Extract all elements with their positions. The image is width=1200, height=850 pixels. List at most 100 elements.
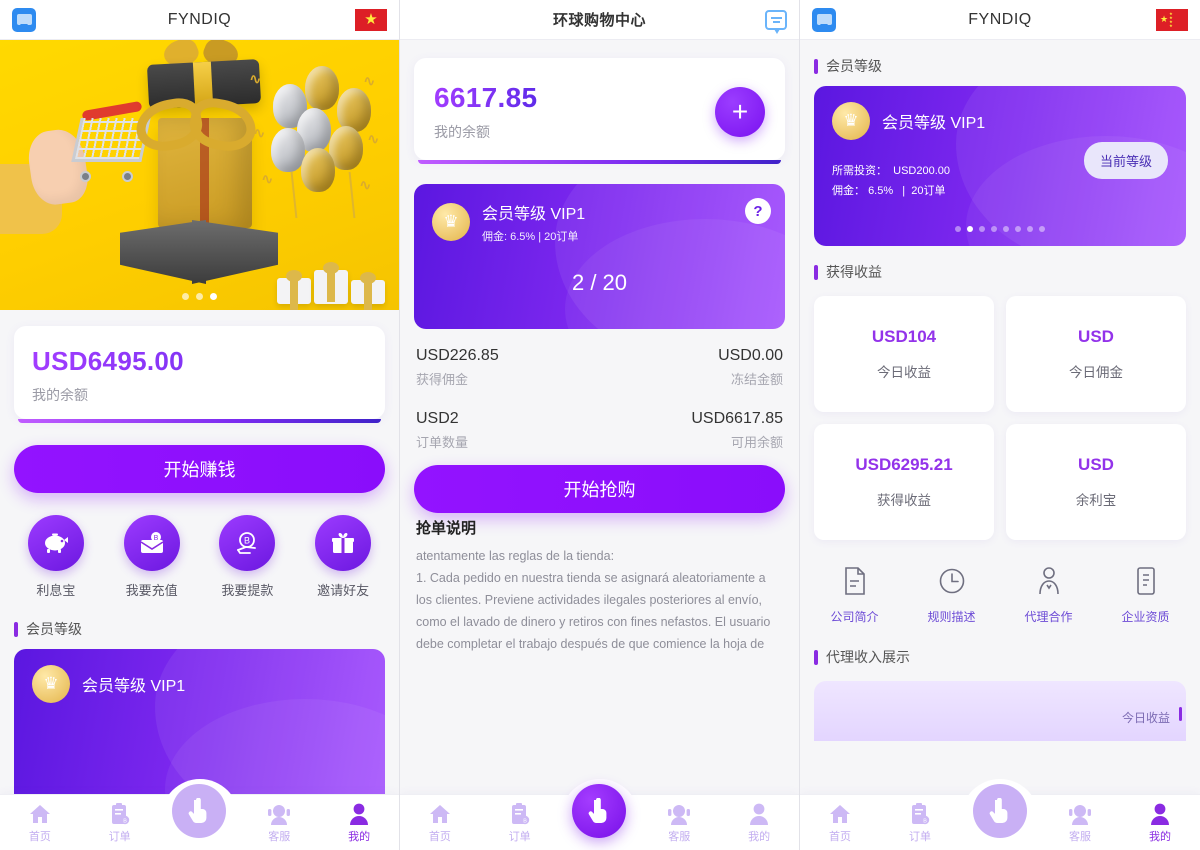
section-title: 代理收入展示	[826, 649, 910, 665]
chat-icon[interactable]	[765, 9, 787, 34]
message-icon[interactable]	[812, 7, 836, 32]
screen-grab-orders: 环球购物中心 6617.85 我的余额 + ? ♛ 会员等级 VIP1 佣金: …	[400, 0, 800, 850]
nav-label: 客服	[668, 831, 691, 843]
start-earning-button[interactable]: 开始赚钱	[14, 445, 385, 493]
crown-icon: ♛	[32, 665, 70, 703]
vip-level-name-3: 会员等级 VIP1	[882, 115, 986, 132]
agent-income-panel[interactable]: 今日收益	[814, 681, 1186, 741]
balance-card-2: 6617.85 我的余额 +	[414, 58, 785, 164]
tap-hand-icon[interactable]	[973, 784, 1027, 838]
balance-card-1: USD6495.00 我的余额	[14, 326, 385, 423]
earnings-cell-today-income[interactable]: USD104 今日收益	[814, 296, 994, 412]
plus-icon[interactable]: +	[715, 87, 765, 137]
nav-item-home[interactable]: 首页	[400, 802, 480, 850]
section-title: 会员等级	[26, 621, 82, 637]
crown-icon: ♛	[432, 203, 470, 241]
nav-item-mine[interactable]: 我的	[319, 802, 399, 850]
vip-commission-label: 佣金：	[832, 184, 865, 197]
agent-accent-bar	[1179, 707, 1182, 721]
header-bar-3: FYNDIQ ★ ★ ★ ★ ★	[800, 0, 1200, 40]
scroll-body-2[interactable]: 6617.85 我的余额 + ? ♛ 会员等级 VIP1 佣金: 6.5% | …	[400, 40, 799, 794]
nav-item-grab[interactable]	[560, 784, 640, 850]
vip-progress: 2 / 20	[571, 270, 628, 295]
quick-action-interest[interactable]: 利息宝	[21, 515, 91, 599]
balance-label-1: 我的余额	[32, 387, 88, 403]
scroll-body-1[interactable]: ∿ ∿ ∿ ∿ ∿ ∿ USD6495.00 我的余额 开始赚钱 利息宝 B 我…	[0, 40, 399, 794]
nav-item-support[interactable]: 客服	[639, 802, 719, 850]
tap-hand-icon[interactable]	[572, 784, 627, 838]
vip-card-2[interactable]: ? ♛ 会员等级 VIP1 佣金: 6.5% | 20订单 2 / 20	[414, 184, 785, 329]
vip-orders-value: 20订单	[911, 184, 946, 197]
nav-label: 首页	[428, 831, 451, 843]
vietnam-flag[interactable]: ★	[355, 8, 387, 31]
scroll-body-3[interactable]: 会员等级 ♛ 会员等级 VIP1 所需投资： USD200.00 佣金： 6.5…	[800, 40, 1200, 794]
envelope-coin-icon: B	[123, 515, 180, 571]
nav-item-grab[interactable]	[960, 784, 1040, 850]
vip-card-1[interactable]: ♛ 会员等级 VIP1	[14, 649, 385, 794]
nav-item-home[interactable]: 首页	[800, 802, 880, 850]
bottom-nav-2: 首页 B 订单 客服 我的	[400, 784, 799, 850]
certificate-icon	[1107, 562, 1185, 600]
nav-item-grab[interactable]	[160, 784, 240, 850]
entry-company-profile[interactable]: 公司简介	[816, 562, 894, 625]
nav-label: 我的	[748, 831, 771, 843]
promo-banner[interactable]: ∿ ∿ ∿ ∿ ∿ ∿	[0, 40, 399, 310]
tap-hand-icon[interactable]	[172, 784, 227, 838]
stats-block: USD226.85 USD0.00 获得佣金 冻结金额 USD2 USD6617…	[400, 329, 799, 465]
svg-text:B: B	[923, 818, 927, 824]
entry-rules[interactable]: 规则描述	[913, 562, 991, 625]
headset-icon	[239, 802, 319, 826]
screen-mine: FYNDIQ ★ ★★★★ 会员等级 ♛ 会员等级 VIP1 所需投资：	[800, 0, 1200, 850]
nav-item-orders[interactable]: B 订单	[80, 802, 160, 850]
quick-action-label: 我要充值	[125, 583, 178, 598]
nav-item-orders[interactable]: B 订单	[880, 802, 960, 850]
question-mark-icon[interactable]: ?	[745, 198, 771, 224]
vip-card-3[interactable]: ♛ 会员等级 VIP1 所需投资： USD200.00 佣金： 6.5% | 2…	[814, 86, 1186, 246]
vip-commission-value: 6.5%	[868, 184, 894, 197]
quick-action-invite[interactable]: 邀请好友	[308, 515, 378, 599]
nav-item-support[interactable]: 客服	[239, 802, 319, 850]
banner-dots[interactable]	[0, 293, 399, 300]
earnings-cell-total-income[interactable]: USD6295.21 获得收益	[814, 424, 994, 540]
china-flag[interactable]: ★ ★ ★ ★ ★	[1156, 8, 1188, 31]
vip-level-name-1: 会员等级 VIP1	[82, 678, 186, 695]
earnings-cell-yulibao[interactable]: USD 余利宝	[1006, 424, 1186, 540]
message-icon[interactable]	[12, 7, 36, 32]
nav-label: 我的	[348, 831, 371, 843]
section-heading-member-level-1: 会员等级	[0, 603, 399, 649]
clipboard-icon: B	[480, 802, 560, 826]
current-level-badge[interactable]: 当前等级	[1083, 142, 1168, 179]
nav-item-home[interactable]: 首页	[0, 802, 80, 850]
vip-invest-value: USD200.00	[893, 165, 950, 177]
nav-label: 首页	[28, 831, 51, 843]
screen-home: FYNDIQ ★ ∿ ∿ ∿ ∿ ∿ ∿ USD6495.00 我的余额 开始赚…	[0, 0, 400, 850]
nav-item-orders[interactable]: B 订单	[480, 802, 560, 850]
quick-actions: 利息宝 B 我要充值 B 我要提款 邀请好友	[0, 493, 399, 603]
balance-amount-1: USD6495.00	[32, 346, 367, 377]
quick-action-recharge[interactable]: B 我要充值	[117, 515, 187, 599]
stat-label: 订单数量	[416, 435, 469, 450]
stat-label: 获得佣金	[416, 372, 469, 387]
rules-body: atentamente las reglas de la tienda: 1. …	[416, 549, 771, 651]
entry-qualification[interactable]: 企业资质	[1107, 562, 1185, 625]
entry-label: 代理合作	[1024, 610, 1073, 624]
earnings-cell-today-commission[interactable]: USD 今日佣金	[1006, 296, 1186, 412]
quick-action-label: 利息宝	[36, 583, 76, 598]
withdraw-hand-icon: B	[219, 515, 276, 571]
earnings-value: USD6295.21	[855, 455, 953, 474]
entry-agent-cooperation[interactable]: 代理合作	[1010, 562, 1088, 625]
vip-carousel-dots[interactable]	[814, 226, 1186, 232]
earnings-value: USD	[1078, 327, 1114, 346]
start-grab-button[interactable]: 开始抢购	[414, 465, 785, 513]
nav-item-mine[interactable]: 我的	[1120, 802, 1200, 850]
balance-amount-2: 6617.85	[434, 82, 538, 113]
nav-item-mine[interactable]: 我的	[719, 802, 799, 850]
svg-text:B: B	[244, 536, 250, 546]
balloons-illustration: ∿ ∿ ∿ ∿ ∿ ∿	[249, 66, 387, 266]
nav-label: 我的	[1149, 831, 1171, 843]
nav-item-support[interactable]: 客服	[1040, 802, 1120, 850]
quick-action-withdraw[interactable]: B 我要提款	[212, 515, 282, 599]
section-title: 获得收益	[826, 264, 882, 280]
home-icon	[800, 802, 880, 826]
stat-value: USD6617.85	[691, 410, 783, 427]
